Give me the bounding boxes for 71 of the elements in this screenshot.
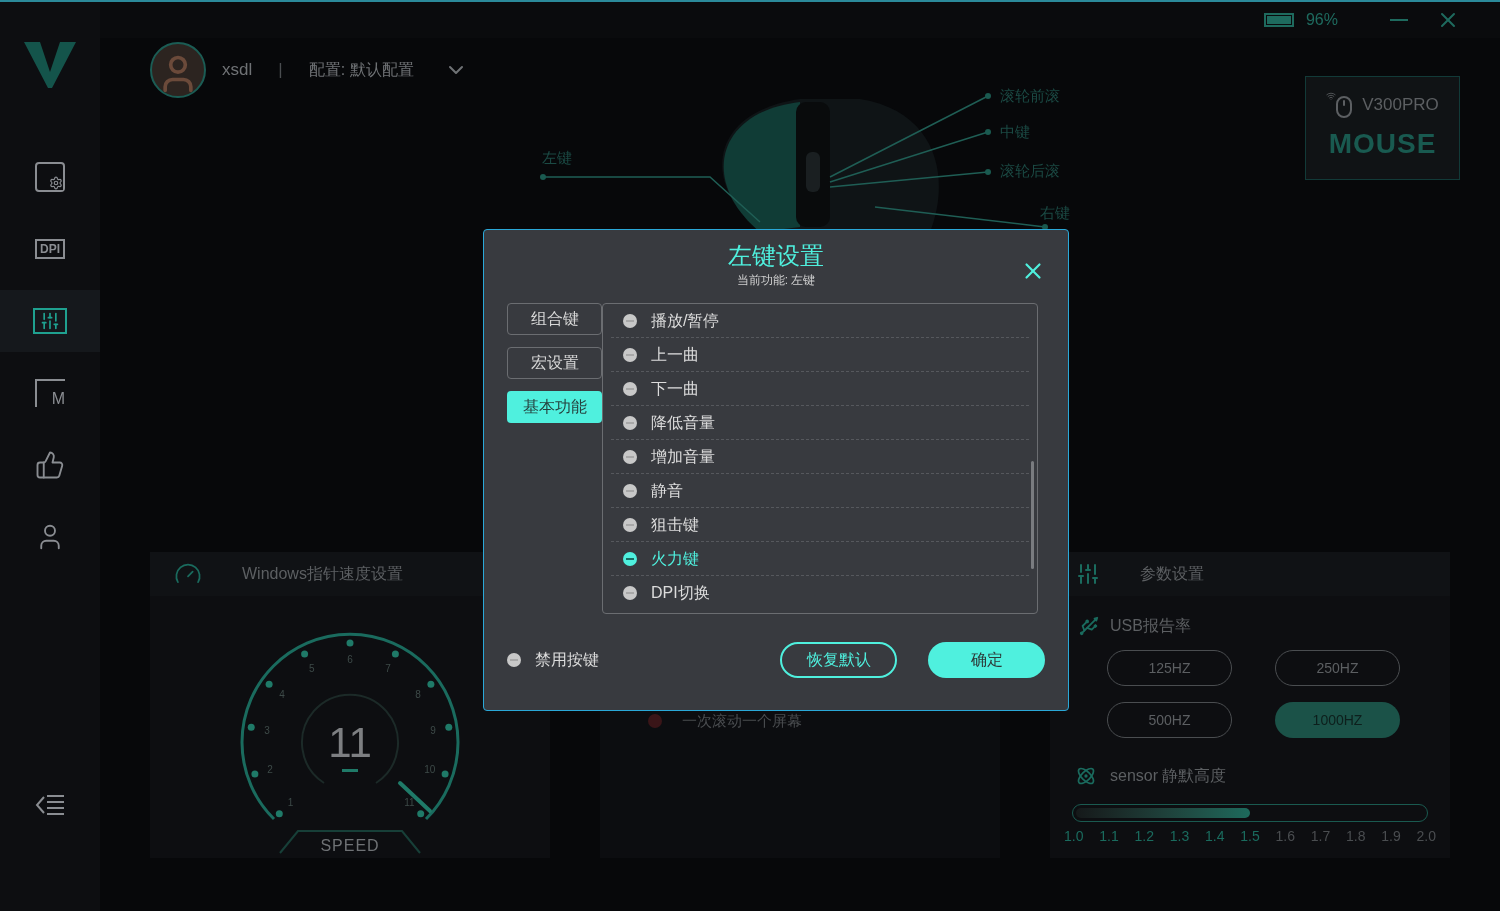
radio-button[interactable] <box>623 381 637 396</box>
device-type: MOUSE <box>1328 127 1437 161</box>
tab[interactable]: 宏设置 <box>507 347 602 379</box>
gauge-tick-label: 8 <box>415 688 421 700</box>
tab[interactable]: 组合键 <box>507 303 602 335</box>
radio-button[interactable] <box>623 586 637 600</box>
thumbs-up-icon <box>35 450 65 480</box>
slider-tick-label: 1.1 <box>1099 827 1119 846</box>
function-item[interactable]: 播放/暂停 <box>611 304 1029 338</box>
function-item[interactable]: 火力键 <box>611 542 1029 576</box>
radio-button[interactable] <box>623 313 637 328</box>
radio-button[interactable] <box>623 415 637 430</box>
slider-tick-label: 1.0 <box>1064 827 1084 846</box>
speed-value: 11 <box>328 719 372 766</box>
battery-percentage: 96% <box>1305 10 1338 30</box>
separator: | <box>278 59 283 82</box>
slider-tick-label: 2.0 <box>1416 827 1436 846</box>
gauge-tick-label: 1 <box>287 797 294 809</box>
profile-label: 配置: 默认配置 <box>308 60 414 80</box>
dpi-icon: DPI <box>35 239 65 259</box>
username: xsdl <box>222 59 253 82</box>
function-item[interactable]: 狙击键 <box>611 508 1029 542</box>
equalizer-icon <box>33 308 67 334</box>
usb-rate-label: USB报告率 <box>1110 616 1191 636</box>
function-item[interactable]: 降低音量 <box>611 406 1029 440</box>
scrollbar[interactable] <box>1031 461 1034 569</box>
gauge-tick-label: 4 <box>279 688 285 700</box>
confirm-button[interactable]: 确定 <box>928 642 1045 678</box>
radio-button[interactable] <box>623 483 637 498</box>
battery-icon <box>1263 13 1294 27</box>
radio-button[interactable] <box>623 449 637 464</box>
radio-button[interactable] <box>623 347 637 362</box>
radio-button[interactable] <box>623 517 637 532</box>
dialog-title: 左键设置 <box>728 241 824 271</box>
collapse-menu-icon[interactable] <box>35 793 65 817</box>
function-item[interactable]: 静音 <box>611 474 1029 508</box>
reset-button[interactable]: 恢复默认 <box>780 642 897 678</box>
frame-gear-icon <box>35 162 65 192</box>
slider-tick-label: 1.3 <box>1169 827 1190 846</box>
slider-tick-label: 1.6 <box>1275 827 1295 846</box>
sensor-label: sensor 静默高度 <box>1110 766 1227 786</box>
slider-tick-label: 1.9 <box>1381 827 1401 846</box>
slider-tick-label: 1.4 <box>1205 827 1225 846</box>
sidebar-item[interactable] <box>0 290 100 352</box>
radio-button[interactable] <box>623 551 637 566</box>
atom-icon <box>1076 766 1096 786</box>
radio-button[interactable] <box>507 653 521 667</box>
disable-key-label: 禁用按键 <box>535 650 599 670</box>
slider-fill[interactable] <box>1076 808 1250 818</box>
function-item[interactable]: 增加音量 <box>611 440 1029 474</box>
avatar[interactable] <box>150 42 206 98</box>
minimize-icon <box>1390 19 1408 21</box>
gauge-tick-label: 2 <box>267 763 273 775</box>
panel-title: Windows指针速度设置 <box>242 564 403 584</box>
radio-button[interactable] <box>648 714 662 729</box>
usb-icon <box>1078 615 1100 637</box>
slider-tick-label: 1.8 <box>1346 827 1366 846</box>
sliders-icon <box>1076 562 1100 586</box>
tab[interactable]: 基本功能 <box>507 391 602 423</box>
dialog-subtitle: 当前功能: 左键 <box>736 272 816 288</box>
panel-title: 参数设置 <box>1140 564 1204 584</box>
slider-tick-label: 1.5 <box>1240 827 1260 846</box>
function-item[interactable]: 下一曲 <box>611 372 1029 406</box>
device-model: V300PRO <box>1362 94 1439 117</box>
logo-icon <box>24 42 76 88</box>
function-item[interactable]: 上一曲 <box>611 338 1029 372</box>
function-item[interactable]: DPI切换 <box>611 576 1029 610</box>
gauge-tick-label: 3 <box>264 724 270 736</box>
speed-caption: SPEED <box>320 837 380 854</box>
slider-tick-label: 1.7 <box>1310 827 1331 846</box>
slider-tick-label: 1.2 <box>1134 827 1154 846</box>
